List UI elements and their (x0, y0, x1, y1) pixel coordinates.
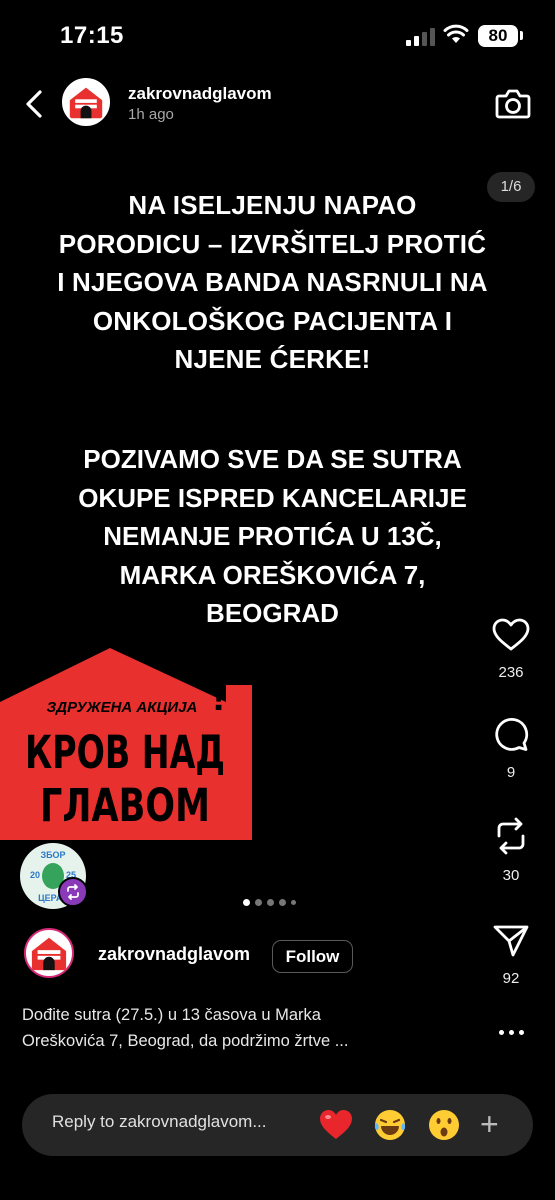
slide-headline: NA ISELJENJU NAPAO PORODICU – IZVRŠITELJ… (10, 186, 535, 379)
author-avatar[interactable] (24, 928, 74, 978)
pagination-dot-active (243, 899, 250, 906)
caption-line: Dođite sutra (27.5.) u 13 časova u Marka (22, 1006, 321, 1024)
logo-exclamation: ! (212, 675, 225, 719)
add-reaction-plus-icon[interactable]: + (480, 1108, 499, 1140)
headline-line: ONKOLOŠKOG PACIJENTA I (92, 305, 453, 336)
follow-button[interactable]: Follow (272, 940, 353, 973)
status-time: 17:15 (60, 22, 124, 49)
back-arrow-icon[interactable] (22, 89, 46, 119)
logo-line-1: КРОВ НАД (25, 726, 225, 779)
headline-line: I NJEGOVA BANDA NASRNULI NA (57, 267, 488, 297)
call-line: NEMANJE PROTIĆA U 13Č, (103, 521, 442, 551)
headline-line: NA ISELJENJU NAPAO (128, 190, 417, 220)
call-line: BEOGRAD (206, 598, 339, 628)
headline-line: NJENE ĆERKE! (174, 344, 371, 374)
share-action[interactable]: 92 (483, 924, 539, 987)
zbor-top-text: ЗБОР (40, 850, 66, 860)
logo-top-line: ЗДРУЖЕНА АКЦИЈА (47, 699, 198, 716)
wifi-icon (443, 24, 469, 43)
reply-input[interactable] (52, 1112, 302, 1132)
call-line: OKUPE ISPRED KANCELARIJE (78, 482, 467, 513)
repost-icon[interactable] (493, 817, 529, 855)
logo-line-2: ГЛАВОМ (40, 779, 210, 832)
reply-bar: + (22, 1094, 533, 1156)
carousel-pagination (243, 899, 296, 906)
caption-line: Oreškovića 7, Beograd, da podržimo žrtve… (22, 1032, 349, 1050)
header-username[interactable]: zakrovnadglavom (128, 84, 272, 104)
call-line: MARKA OREŠKOVIĆA 7, (119, 559, 426, 590)
share-count: 92 (502, 970, 520, 987)
like-count: 236 (498, 664, 524, 681)
pagination-dot (267, 899, 274, 906)
battery-tip (520, 31, 523, 40)
pagination-dot (279, 899, 286, 906)
comment-count: 9 (506, 764, 516, 781)
heart-icon[interactable] (492, 618, 530, 652)
pagination-dot (291, 900, 296, 905)
like-action[interactable]: 236 (483, 618, 539, 681)
roof-logo-icon (31, 937, 67, 971)
headline-line: PORODICU – IZVRŠITELJ PROTIĆ (58, 228, 487, 259)
more-options-icon[interactable] (499, 1030, 524, 1035)
camera-icon[interactable] (495, 86, 531, 120)
laughing-emoji-icon[interactable] (372, 1107, 408, 1143)
post-caption[interactable]: Dođite sutra (27.5.) u 13 časova u Marka… (22, 1002, 452, 1054)
profile-avatar[interactable] (62, 78, 110, 126)
cellular-signal-icon (406, 28, 435, 46)
battery-indicator: 80 (478, 25, 518, 47)
repost-action[interactable]: 30 (483, 817, 539, 884)
pagination-dot (255, 899, 262, 906)
comment-bubble-icon[interactable] (493, 716, 529, 752)
call-line: POZIVAMO SVE DA SE SUTRA (83, 444, 462, 474)
krov-nad-glavom-logo: ЗДРУЖЕНА АКЦИЈА ! КРОВ НАД ГЛАВОМ (0, 648, 252, 840)
repost-count: 30 (502, 867, 520, 884)
post-timestamp: 1h ago (128, 106, 174, 123)
share-send-icon[interactable] (493, 924, 529, 958)
roof-logo-icon (69, 87, 103, 119)
post-header: zakrovnadglavom 1h ago (0, 72, 555, 142)
status-bar: 17:15 80 (0, 0, 555, 72)
surprised-emoji-icon[interactable] (426, 1107, 462, 1143)
comment-action[interactable]: 9 (483, 716, 539, 781)
repost-badge-icon (58, 877, 88, 907)
author-username[interactable]: zakrovnadglavom (98, 944, 250, 965)
slide-call-to-action: POZIVAMO SVE DA SE SUTRA OKUPE ISPRED KA… (10, 440, 535, 633)
heart-emoji-icon[interactable] (318, 1107, 354, 1143)
